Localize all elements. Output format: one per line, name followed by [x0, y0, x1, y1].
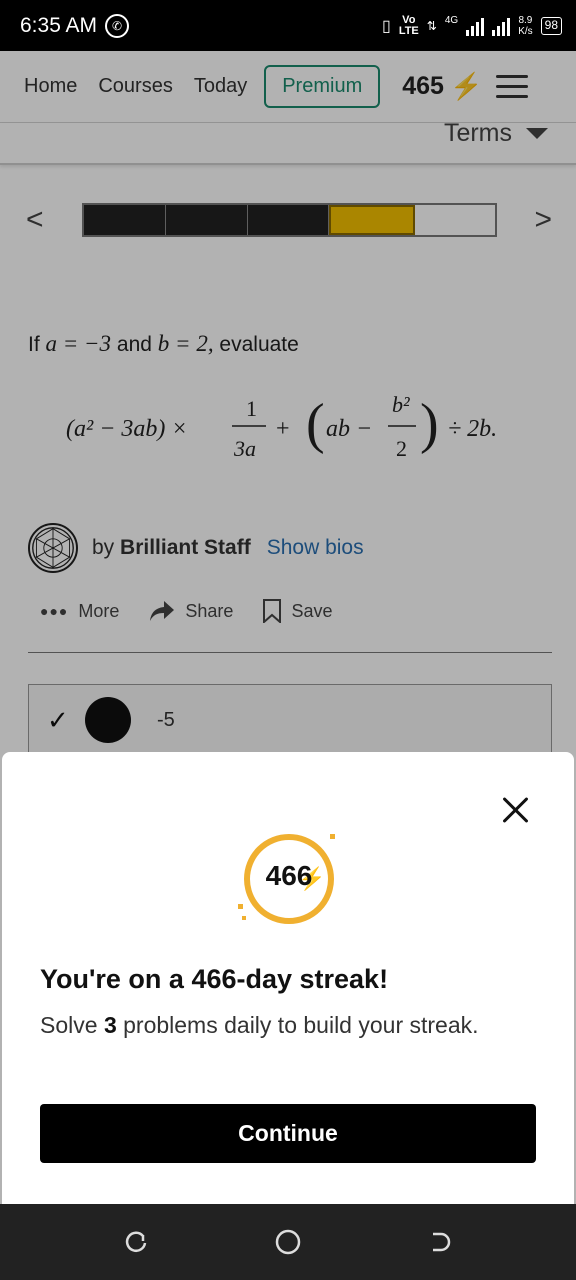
- sparkle: [242, 916, 246, 920]
- modal-title: You're on a 466-day streak!: [40, 964, 389, 994]
- status-icons: ▯ Vo LTE ⇅ 4G 8.9 K/s 98: [382, 13, 562, 37]
- modal-body: Solve 3 problems daily to build your str…: [40, 1006, 520, 1044]
- back-icon[interactable]: [425, 1227, 455, 1257]
- recents-icon[interactable]: [121, 1227, 151, 1257]
- body-count: 3: [103, 1012, 117, 1038]
- volte-bottom: LTE: [398, 24, 419, 37]
- sparkle: [238, 904, 243, 909]
- close-icon[interactable]: [501, 795, 531, 825]
- speed-unit: K/s: [518, 25, 533, 37]
- sparkle: [330, 834, 335, 839]
- home-icon[interactable]: [273, 1227, 303, 1257]
- body-pre: Solve: [40, 1012, 98, 1038]
- speed-value: 8.9: [518, 14, 533, 26]
- volte-indicator: Vo LTE: [398, 13, 419, 37]
- badge-number: 466: [265, 860, 313, 891]
- network-speed: 8.9 K/s: [518, 15, 532, 37]
- system-nav-bar: [0, 1204, 576, 1280]
- data-arrows-icon: ⇅: [426, 18, 437, 33]
- streak-modal: ⚡ 466 You're on a 466-day streak! Solve …: [2, 752, 574, 1204]
- volte-top: Vo: [402, 13, 416, 26]
- body-post: problems daily to build your streak.: [123, 1012, 479, 1038]
- whatsapp-icon: ✆: [105, 13, 130, 38]
- status-time: 6:35 AM: [20, 13, 98, 37]
- battery-icon: 98: [540, 16, 562, 35]
- continue-button[interactable]: Continue: [40, 1104, 536, 1163]
- network-gen: 4G: [444, 14, 459, 26]
- streak-badge: ⚡ 466: [238, 830, 338, 928]
- vibrate-icon: ▯: [382, 17, 391, 35]
- status-bar: 6:35 AM ✆ ▯ Vo LTE ⇅ 4G 8.9 K/s 98: [0, 0, 576, 51]
- signal-icon-2: [492, 16, 511, 36]
- signal-icon: [466, 16, 485, 36]
